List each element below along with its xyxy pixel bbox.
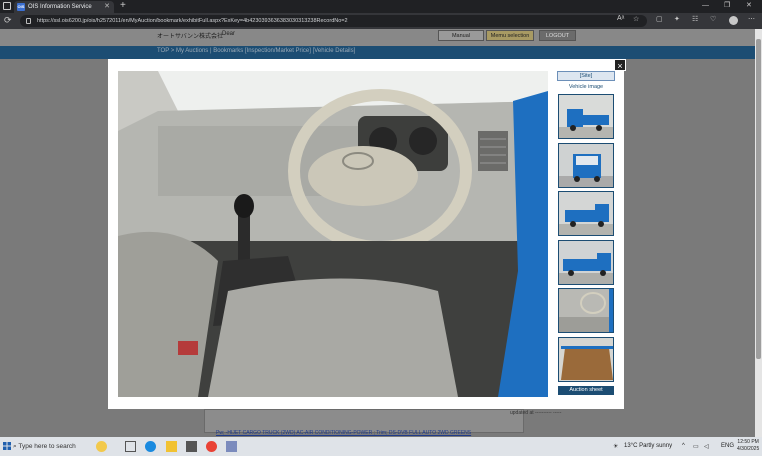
- search-highlight-icon[interactable]: [96, 441, 107, 452]
- search-placeholder: Type here to search: [18, 443, 76, 450]
- site-name: オートサバンン株式会社: [157, 34, 224, 40]
- app-icon[interactable]: [226, 441, 237, 452]
- weather-icon[interactable]: ☀: [613, 443, 618, 450]
- close-modal-button[interactable]: ×: [614, 59, 626, 71]
- taskbar-search-input[interactable]: ⌕ Type here to search: [13, 441, 76, 452]
- extensions-icon[interactable]: ✦: [674, 15, 680, 23]
- split-screen-icon[interactable]: ▢: [656, 15, 663, 23]
- windows-start-icon[interactable]: [3, 442, 11, 450]
- thumb-interior[interactable]: [558, 288, 614, 333]
- main-vehicle-photo: [118, 71, 548, 397]
- site-tag[interactable]: [Site]: [557, 71, 615, 81]
- weather-text[interactable]: 13°C Partly sunny: [624, 443, 672, 449]
- read-aloud-icon[interactable]: Aᵃ: [617, 15, 624, 22]
- page-nav-bar: [0, 46, 755, 59]
- file-explorer-icon[interactable]: [166, 441, 177, 452]
- thumb-cargo-bed[interactable]: [558, 337, 614, 382]
- user-label: Dear: [222, 31, 236, 37]
- url-text: https://ssl.ois6200.jp/ois/h2572011/en/M…: [37, 18, 348, 24]
- more-menu-icon[interactable]: ⋯: [748, 15, 755, 23]
- browser-tab-bar: OIS OIS Information Service ✕ + — ❐ ✕: [0, 0, 762, 13]
- tab-title: OIS Information Service: [28, 4, 92, 10]
- sidebar-toggle-icon[interactable]: [3, 2, 11, 10]
- clock-date: 4/30/2025: [737, 446, 760, 452]
- thumb-front-angle[interactable]: [558, 94, 614, 139]
- browser-essentials-icon[interactable]: ♡: [710, 15, 716, 23]
- taskbar-clock[interactable]: 12:50 PM 4/30/2025: [737, 439, 759, 453]
- task-view-icon[interactable]: [125, 441, 136, 452]
- chrome-browser-icon[interactable]: [206, 441, 217, 452]
- page-header: オートサバンン株式会社 Dear Manual Memu selection L…: [0, 29, 755, 46]
- features-link[interactable]: Pw; -HIJET CARGO TRUCK (2WD) AC-AIR COND…: [216, 430, 471, 436]
- profile-avatar[interactable]: [729, 16, 738, 25]
- logout-button[interactable]: LOGOUT: [539, 30, 576, 41]
- thumb-front[interactable]: [558, 143, 614, 188]
- address-bar-row: ⟳ https://ssl.ois6200.jp/ois/h2572011/en…: [0, 13, 762, 29]
- breadcrumb[interactable]: TOP > My Auctions | Bookmarks [Inspectio…: [157, 48, 355, 54]
- vehicle-image-label: Vehicle image: [568, 84, 604, 90]
- new-tab-icon[interactable]: +: [120, 0, 126, 12]
- favorite-star-icon[interactable]: ☆: [633, 15, 639, 23]
- updated-at-text: updated at ---------- -----: [510, 410, 562, 416]
- menu-selection-button[interactable]: Memu selection: [486, 30, 534, 41]
- mail-icon[interactable]: [186, 441, 197, 452]
- manual-button[interactable]: Manual: [438, 30, 484, 41]
- minimize-icon[interactable]: —: [702, 0, 709, 12]
- edge-browser-icon[interactable]: [145, 441, 156, 452]
- scrollbar-thumb[interactable]: [756, 39, 761, 359]
- truck-interior-photo: [118, 71, 548, 397]
- tray-chevron-icon[interactable]: ^: [682, 443, 685, 449]
- page-scrollbar[interactable]: [755, 29, 762, 437]
- language-indicator[interactable]: ENG: [721, 443, 734, 449]
- collections-icon[interactable]: ☷: [692, 15, 698, 23]
- maximize-icon[interactable]: ❐: [724, 0, 730, 12]
- thumb-side[interactable]: [558, 240, 614, 285]
- thumb-rear-angle[interactable]: [558, 191, 614, 236]
- auction-sheet-button[interactable]: Auction sheet: [558, 386, 614, 395]
- tab-close-icon[interactable]: ✕: [104, 1, 110, 13]
- window-close-icon[interactable]: ✕: [746, 0, 752, 12]
- ois-favicon-icon: OIS: [17, 3, 25, 11]
- volume-icon[interactable]: ◁: [704, 443, 709, 450]
- reload-icon[interactable]: ⟳: [4, 15, 12, 26]
- clock-time: 12:50 PM: [737, 439, 759, 445]
- network-icon[interactable]: ▭: [693, 443, 699, 450]
- url-input[interactable]: https://ssl.ois6200.jp/ois/h2572011/en/M…: [20, 15, 647, 27]
- lock-icon: [26, 18, 31, 24]
- windows-taskbar: ⌕ Type here to search ☀ 13°C Partly sunn…: [0, 437, 762, 456]
- browser-tab[interactable]: OIS OIS Information Service ✕: [14, 1, 114, 13]
